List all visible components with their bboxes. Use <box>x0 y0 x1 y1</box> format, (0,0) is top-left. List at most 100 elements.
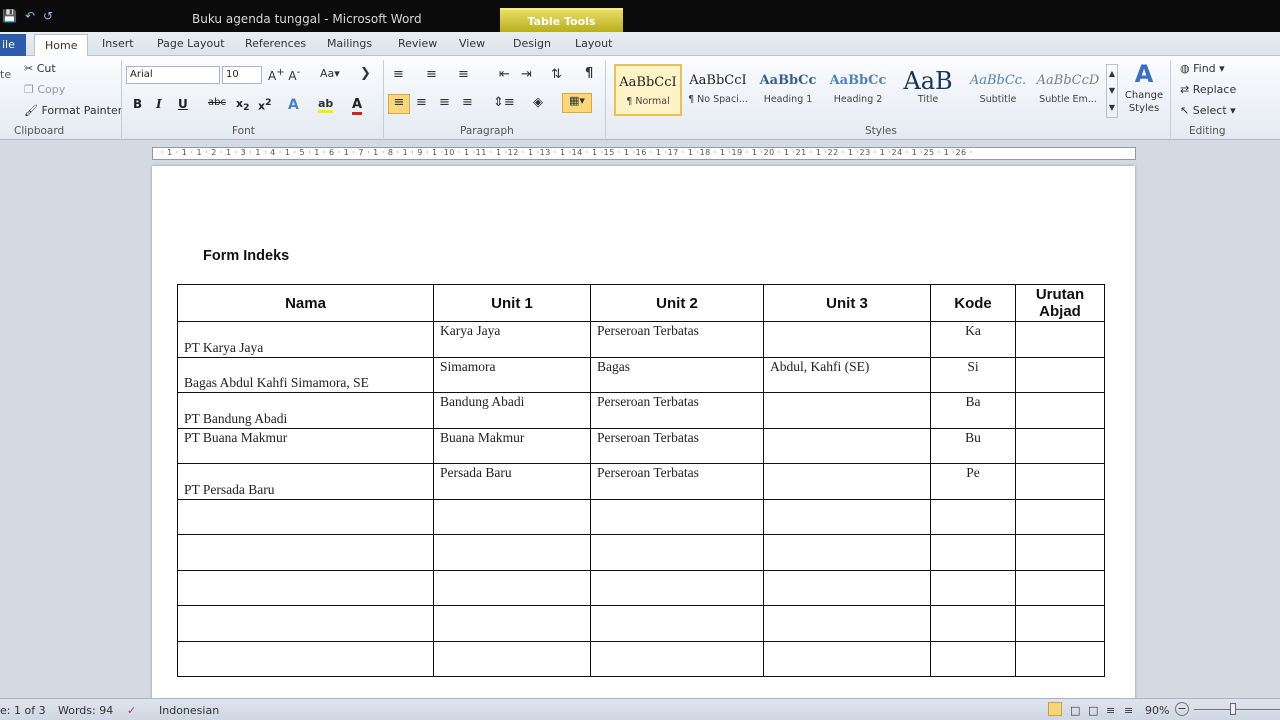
font-size-box[interactable]: 10 <box>222 66 262 84</box>
cell-unit-3[interactable] <box>763 463 931 500</box>
empty-cell[interactable] <box>930 605 1016 642</box>
text-effects-icon[interactable]: A <box>288 97 299 113</box>
empty-cell[interactable] <box>763 534 931 571</box>
tab-view[interactable]: View <box>459 37 485 50</box>
style-heading-2[interactable]: AaBbCc Heading 2 <box>824 64 892 116</box>
empty-cell[interactable] <box>1015 569 1105 606</box>
italic-icon[interactable]: I <box>156 97 162 111</box>
clear-formatting-icon[interactable]: ❯ <box>360 66 371 81</box>
increase-indent-icon[interactable]: ⇥ <box>521 67 532 82</box>
empty-cell[interactable] <box>433 640 591 677</box>
superscript-icon[interactable]: x2 <box>258 97 271 113</box>
cell-urutan[interactable] <box>1015 463 1105 500</box>
style-title[interactable]: AaB Title <box>894 64 962 116</box>
cut-button[interactable]: ✂ Cut <box>24 62 56 75</box>
tab-mailings[interactable]: Mailings <box>327 37 372 50</box>
empty-cell[interactable] <box>1015 498 1105 535</box>
cell-unit-2[interactable]: Perseroan Terbatas <box>590 463 764 500</box>
bullets-icon[interactable]: ≡ <box>393 67 404 82</box>
justify-icon[interactable]: ≡ <box>462 95 473 110</box>
empty-cell[interactable] <box>930 534 1016 571</box>
cell-urutan[interactable] <box>1015 392 1105 429</box>
zoom-level[interactable]: 90% <box>1145 704 1169 717</box>
save-icon[interactable]: 💾 <box>2 9 17 23</box>
cell-urutan[interactable] <box>1015 321 1105 358</box>
cell-nama[interactable]: PT Persada Baru <box>177 463 434 500</box>
show-marks-icon[interactable]: ¶ <box>585 66 593 81</box>
empty-cell[interactable] <box>930 569 1016 606</box>
word-count[interactable]: Words: 94 <box>58 704 113 717</box>
document-page[interactable]: Form Indeks Nama Unit 1 Unit 2 Unit 3 Ko… <box>152 166 1135 706</box>
cell-unit-3[interactable] <box>763 392 931 429</box>
empty-cell[interactable] <box>433 605 591 642</box>
empty-cell[interactable] <box>930 640 1016 677</box>
index-table[interactable]: Nama Unit 1 Unit 2 Unit 3 Kode Urutan Ab… <box>177 284 1105 677</box>
bold-icon[interactable]: B <box>133 97 142 111</box>
empty-cell[interactable] <box>433 534 591 571</box>
empty-cell[interactable] <box>590 605 764 642</box>
numbering-icon[interactable]: ≡ <box>426 67 437 82</box>
proofing-icon[interactable]: ✓ <box>127 704 136 717</box>
empty-cell[interactable] <box>763 640 931 677</box>
zoom-out-icon[interactable]: − <box>1175 702 1189 716</box>
cell-unit-1[interactable]: Simamora <box>433 356 591 393</box>
style-subtitle[interactable]: AaBbCc. Subtitle <box>964 64 1032 116</box>
style-no-spacing[interactable]: AaBbCcI ¶ No Spaci... <box>684 64 752 116</box>
shading-icon[interactable]: ◈ <box>533 95 543 110</box>
empty-cell[interactable] <box>590 534 764 571</box>
style-normal[interactable]: AaBbCcI ¶ Normal <box>614 64 682 116</box>
cell-unit-2[interactable]: Bagas <box>590 356 764 393</box>
cell-kode[interactable]: Si <box>930 356 1016 393</box>
empty-cell[interactable] <box>590 569 764 606</box>
empty-cell[interactable] <box>930 498 1016 535</box>
page-count[interactable]: e: 1 of 3 <box>0 704 46 717</box>
empty-cell[interactable] <box>177 640 434 677</box>
cell-unit-2[interactable]: Perseroan Terbatas <box>590 392 764 429</box>
empty-cell[interactable] <box>177 569 434 606</box>
cell-urutan[interactable] <box>1015 356 1105 393</box>
cell-unit-1[interactable]: Persada Baru <box>433 463 591 500</box>
align-right-icon[interactable]: ≡ <box>439 95 450 110</box>
style-subtle-emphasis[interactable]: AaBbCcD Subtle Em... <box>1034 64 1102 116</box>
draft-icon[interactable]: ≡ <box>1124 704 1133 717</box>
cell-nama[interactable]: Bagas Abdul Kahfi Simamora, SE <box>177 356 434 393</box>
cell-nama[interactable]: PT Bandung Abadi <box>177 392 434 429</box>
cell-unit-2[interactable]: Perseroan Terbatas <box>590 321 764 358</box>
full-screen-icon[interactable]: □ <box>1070 704 1080 717</box>
align-left-icon[interactable]: ≡ <box>388 94 410 114</box>
tab-file[interactable]: ile <box>0 34 26 56</box>
cell-kode[interactable]: Bu <box>930 427 1016 464</box>
zoom-slider[interactable] <box>1194 709 1280 710</box>
empty-cell[interactable] <box>763 569 931 606</box>
cell-urutan[interactable] <box>1015 427 1105 464</box>
tab-insert[interactable]: Insert <box>102 37 134 50</box>
cell-nama[interactable]: PT Karya Jaya <box>177 321 434 358</box>
font-name-box[interactable]: Arial <box>126 66 220 84</box>
cell-unit-2[interactable]: Perseroan Terbatas <box>590 427 764 464</box>
tab-review[interactable]: Review <box>398 37 437 50</box>
change-case-icon[interactable]: Aa▾ <box>320 67 340 80</box>
redo-icon[interactable]: ↺ <box>43 9 53 23</box>
web-layout-icon[interactable]: □ <box>1088 704 1098 717</box>
tab-references[interactable]: References <box>245 37 306 50</box>
empty-cell[interactable] <box>433 569 591 606</box>
decrease-indent-icon[interactable]: ⇤ <box>499 67 510 82</box>
line-spacing-icon[interactable]: ⇕≡ <box>493 95 515 110</box>
paste-label[interactable]: te <box>0 68 11 81</box>
align-center-icon[interactable]: ≡ <box>416 95 427 110</box>
print-layout-icon[interactable] <box>1048 702 1062 716</box>
styles-scroll[interactable]: ▲ ▼ ▼ <box>1106 64 1118 118</box>
change-styles-button[interactable]: A Change Styles <box>1124 60 1164 114</box>
grow-font-icon[interactable]: A+ A- <box>268 67 300 83</box>
empty-cell[interactable] <box>1015 605 1105 642</box>
undo-icon[interactable]: ↶ <box>25 9 35 23</box>
cell-unit-3[interactable] <box>763 427 931 464</box>
format-painter-button[interactable]: 🖌 Format Painter <box>24 104 122 117</box>
select-button[interactable]: ↖ Select ▾ <box>1180 104 1236 117</box>
tab-design[interactable]: Design <box>513 37 551 50</box>
copy-button[interactable]: ❐ Copy <box>24 83 65 96</box>
tab-layout[interactable]: Layout <box>575 37 612 50</box>
tab-page-layout[interactable]: Page Layout <box>157 37 225 50</box>
cell-unit-1[interactable]: Buana Makmur <box>433 427 591 464</box>
empty-cell[interactable] <box>1015 534 1105 571</box>
